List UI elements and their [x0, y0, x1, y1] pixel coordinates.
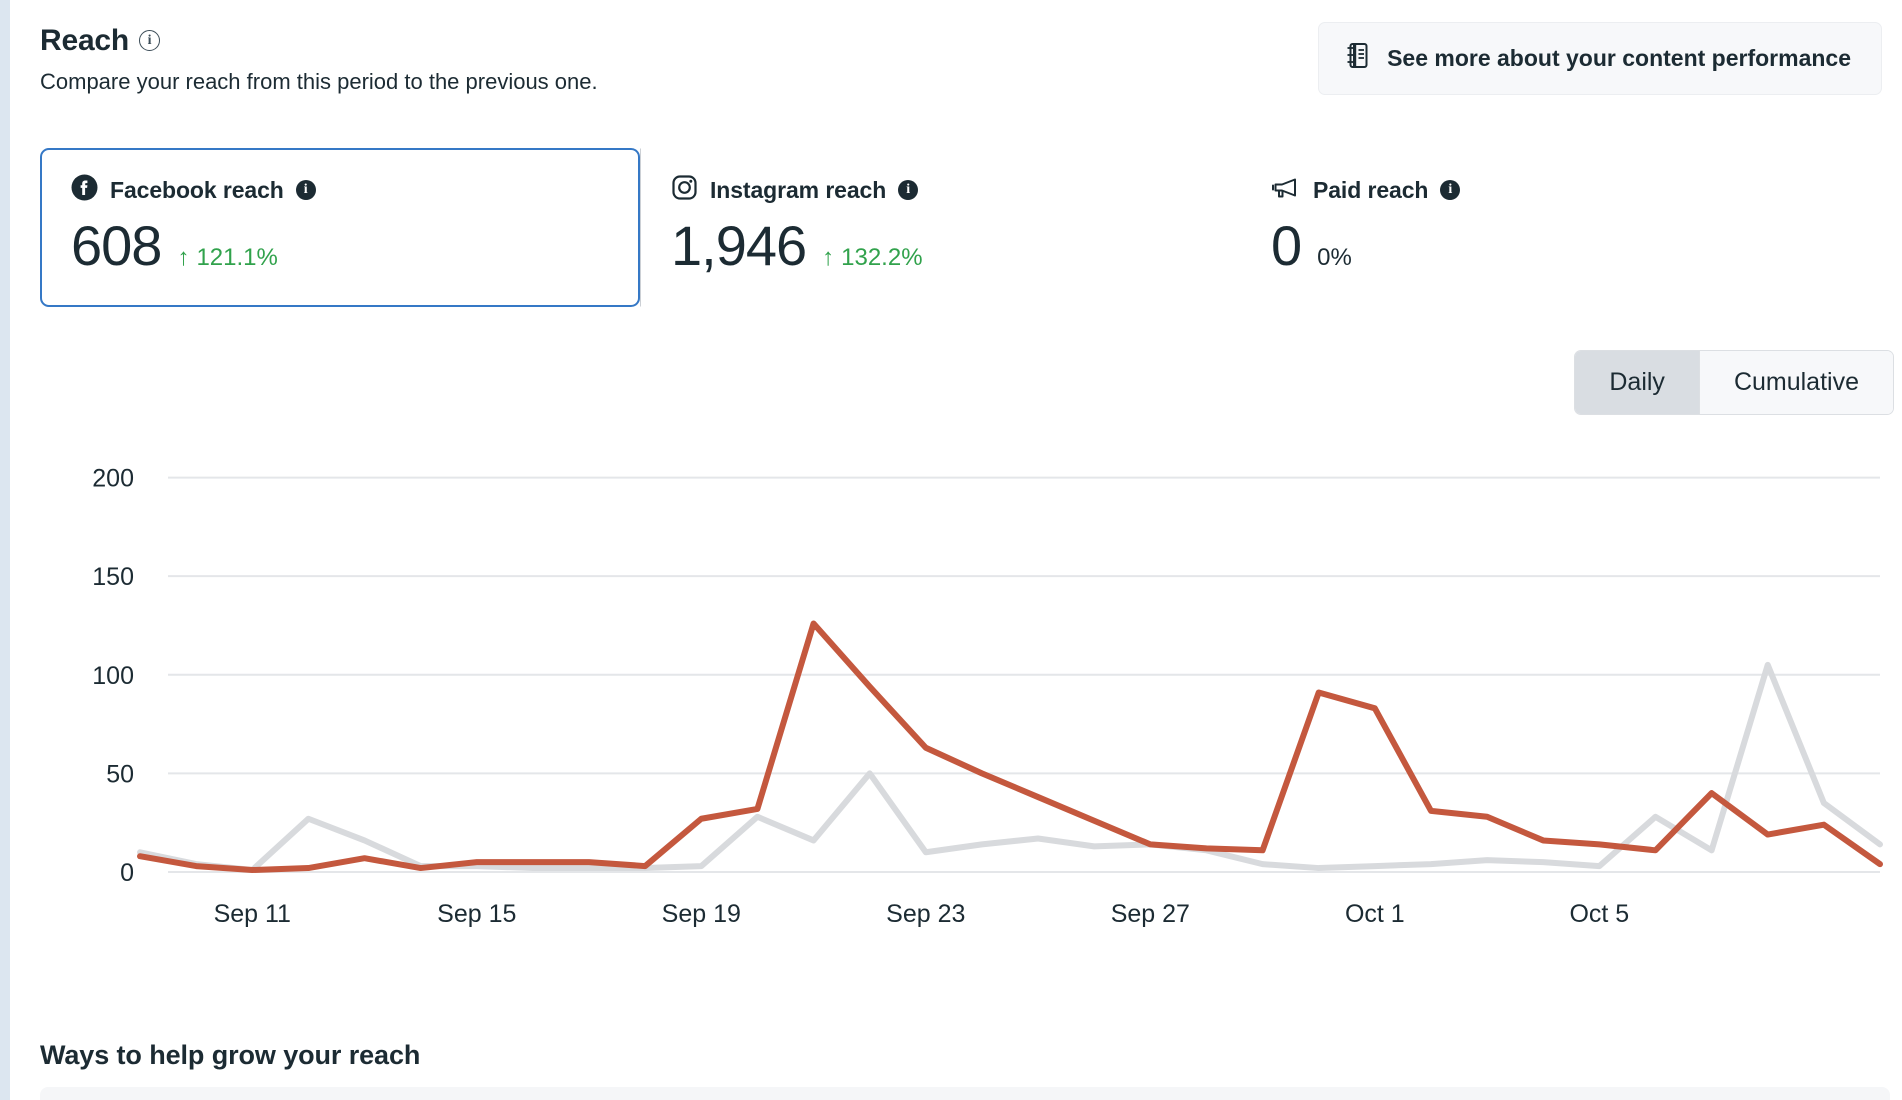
facebook-icon: [71, 174, 98, 206]
metric-delta-value: 0%: [1317, 244, 1352, 271]
metric-delta-value: 121.1%: [196, 244, 278, 271]
metric-value: 1,946: [671, 214, 807, 277]
metric-value-row: 1,946 ↑ 132.2%: [671, 214, 1209, 277]
metric-value: 608: [71, 214, 162, 277]
metric-card-facebook-reach[interactable]: Facebook reach i 608 ↑ 121.1%: [40, 148, 640, 307]
toggle-daily[interactable]: Daily: [1575, 351, 1699, 414]
metric-card-instagram-reach[interactable]: Instagram reach i 1,946 ↑ 132.2%: [640, 148, 1240, 307]
journal-icon: [1345, 42, 1371, 75]
metric-head: Instagram reach i: [671, 175, 1209, 205]
info-icon[interactable]: i: [1440, 180, 1461, 200]
toggle-cumulative[interactable]: Cumulative: [1698, 351, 1893, 414]
metric-delta: ↑ 132.2%: [822, 244, 922, 272]
info-icon[interactable]: i: [295, 180, 316, 200]
chart-canvas: 0 50 100 150 200 Sep 11 Sep 15 Sep 19 Sep 23 Sep …: [92, 465, 1883, 928]
x-axis-tick: Sep 15: [437, 900, 516, 928]
y-axis-tick: 100: [92, 662, 134, 690]
y-axis-tick: 50: [106, 760, 134, 788]
info-icon[interactable]: i: [139, 30, 161, 51]
x-axis-tick: Oct 1: [1345, 900, 1405, 928]
title-block: Reach i Compare your reach from this per…: [40, 22, 598, 95]
series-this-period: [137, 620, 1883, 874]
title-line: Reach i: [40, 24, 598, 57]
y-axis-tick: 0: [120, 859, 134, 887]
reach-line-chart[interactable]: 0 50 100 150 200 Sep 11 Sep 15 Sep 19 Sep 23 Sep …: [40, 430, 1890, 990]
left-gutter: [10, 0, 32, 1100]
metric-value-row: 608 ↑ 121.1%: [71, 214, 609, 277]
metric-head: Facebook reach i: [71, 174, 609, 206]
metric-label: Facebook reach: [110, 176, 284, 203]
arrow-up-icon: ↑: [177, 244, 190, 271]
series-previous-period: [137, 661, 1883, 874]
metric-delta: ↑ 121.1%: [177, 244, 277, 272]
y-axis-tick: 150: [92, 563, 134, 591]
x-axis-tick: Sep 23: [886, 900, 965, 928]
y-axis-tick: 200: [92, 465, 134, 493]
reach-panel: Reach i Compare your reach from this per…: [32, 0, 1902, 1100]
ways-to-grow-panel: [40, 1087, 1890, 1100]
ways-to-grow-title: Ways to help grow your reach: [40, 1040, 421, 1070]
section-header: Reach i Compare your reach from this per…: [40, 22, 1890, 95]
x-axis-tick: Oct 5: [1569, 900, 1629, 928]
chart-granularity-toggle: Daily Cumulative: [1574, 350, 1894, 415]
x-axis-tick: Sep 19: [662, 900, 741, 928]
metric-label: Instagram reach: [710, 176, 887, 203]
metric-card-row: Facebook reach i 608 ↑ 121.1% Instagram …: [40, 148, 1890, 307]
see-more-label: See more about your content performance: [1387, 45, 1851, 71]
metric-value-row: 0 0%: [1271, 214, 1809, 277]
metric-label: Paid reach: [1313, 176, 1429, 203]
info-icon[interactable]: i: [898, 180, 919, 200]
page-title: Reach: [40, 24, 130, 57]
see-more-content-performance-button[interactable]: See more about your content performance: [1318, 22, 1882, 95]
instagram-icon: [671, 174, 698, 206]
metric-card-paid-reach[interactable]: Paid reach i 0 0%: [1240, 148, 1840, 307]
x-axis-tick: Sep 11: [214, 900, 291, 928]
metric-value: 0: [1271, 214, 1302, 277]
metric-delta: 0%: [1317, 244, 1352, 272]
metric-delta-value: 132.2%: [841, 244, 923, 271]
metric-head: Paid reach i: [1271, 175, 1809, 205]
x-axis-tick: Sep 27: [1111, 900, 1190, 928]
megaphone-icon: [1271, 174, 1301, 206]
section-subtitle: Compare your reach from this period to t…: [40, 69, 598, 94]
left-accent-strip: [0, 0, 10, 1100]
arrow-up-icon: ↑: [822, 244, 835, 271]
